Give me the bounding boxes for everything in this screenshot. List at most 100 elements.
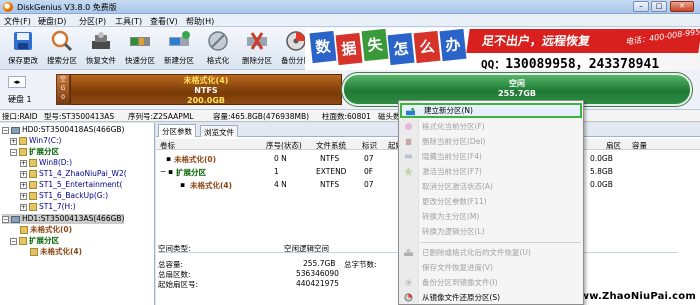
- ad-banner[interactable]: 数 据 失 怎 么 办 足不出户，远程恢复 电话：400-008-9958 QQ…: [305, 28, 700, 70]
- quick-partition-icon: [130, 37, 150, 46]
- menu-disk[interactable]: 硬盘(D): [38, 16, 66, 27]
- expand-icon[interactable]: +: [20, 203, 27, 211]
- menu-item-change-params[interactable]: 更改分区参数(F11): [400, 194, 582, 209]
- expand-icon[interactable]: +: [20, 192, 27, 200]
- tree-node-partition[interactable]: + Win8(D:): [20, 158, 72, 168]
- row-label: 未格式化(0): [174, 155, 217, 164]
- partition-icon: [29, 181, 37, 189]
- menu-item-to-primary[interactable]: 转换为主分区(M): [400, 209, 582, 224]
- menu-view[interactable]: 查看(V): [150, 16, 178, 27]
- menu-item-label: 已删除或格式化后的文件恢复(U): [422, 248, 531, 257]
- expand-icon[interactable]: +: [20, 181, 27, 189]
- window-title: DiskGenius V3.8.0 免费版: [17, 3, 117, 12]
- sectors-value: 536346090: [296, 269, 339, 278]
- search-partition-button[interactable]: 搜索分区: [43, 29, 81, 67]
- collapse-icon[interactable]: −: [10, 237, 17, 245]
- save-changes-button[interactable]: 保存更改: [4, 29, 42, 67]
- menu-item-label: 转换为逻辑分区(L): [422, 227, 485, 236]
- tab-browse-files[interactable]: 浏览文件: [200, 125, 238, 137]
- tree-node-partition[interactable]: 未格式化(0): [20, 225, 72, 235]
- close-button[interactable]: ✕: [670, 1, 694, 12]
- partition-icon: [30, 248, 38, 256]
- hide-icon: [404, 154, 413, 159]
- tab-partition-params[interactable]: 分区参数: [158, 124, 196, 137]
- col-sector[interactable]: 扇区: [606, 140, 621, 151]
- collapse-icon[interactable]: −: [10, 148, 17, 156]
- menu-item-label: 保存文件恢复进度(V): [422, 263, 493, 272]
- tree-node-disk-selected[interactable]: − HD1:ST3500413AS(466GB): [2, 214, 125, 224]
- menu-item-label: 隐藏当前分区(F4): [422, 152, 482, 161]
- tree-node-label: HD0:ST3500418AS(466GB): [22, 125, 125, 134]
- disk-nav-arrows[interactable]: ◂▸: [8, 76, 26, 88]
- banner-char: 怎: [387, 32, 415, 66]
- menu-item-file-recovery[interactable]: 已删除或格式化后的文件恢复(U): [400, 245, 582, 260]
- tree-node-partition[interactable]: + ST1_7(H:): [20, 202, 76, 212]
- format-button[interactable]: 格式化: [199, 29, 237, 67]
- quick-partition-button[interactable]: 快速分区: [121, 29, 159, 67]
- free-space-name: 空闲: [509, 79, 525, 88]
- menu-help[interactable]: 帮助(H): [186, 16, 214, 27]
- new-partition-button[interactable]: 新建分区: [160, 29, 198, 67]
- tree-node-partition[interactable]: + ST1_6_BackUp(G:): [20, 191, 108, 201]
- collapse-icon[interactable]: −: [160, 167, 166, 176]
- menu-item-backup-image[interactable]: 备份分区到镜像文件(I): [400, 275, 582, 290]
- menu-item-deactivate[interactable]: 取消分区激活状态(A): [400, 179, 582, 194]
- tree-node-label: Win8(D:): [39, 158, 73, 167]
- disk-capacity: 容量:465.8GB(476938MB): [213, 112, 310, 121]
- tree-node-partition[interactable]: 未格式化(4): [30, 247, 82, 257]
- row-icon: ▪: [180, 180, 186, 189]
- disk-map-small-partition[interactable]: 空 G 0: [56, 74, 70, 105]
- col-id[interactable]: 标识: [362, 140, 377, 151]
- disk-map-partition-unformatted[interactable]: 未格式化(4) NTFS 200.0GB: [70, 74, 342, 105]
- delete-partition-icon: [247, 32, 267, 50]
- tree-node-label: ST1_4_ZhaoNiuPai_W2(: [39, 169, 127, 178]
- menu-partition[interactable]: 分区(P): [79, 16, 106, 27]
- tree-node-extended[interactable]: − 扩展分区: [10, 236, 59, 246]
- menu-item-to-logical[interactable]: 转换为逻辑分区(L): [400, 224, 582, 239]
- tree-node-partition[interactable]: + Win7(C:): [10, 136, 61, 146]
- menu-item-activate[interactable]: 激活当前分区(F7): [400, 164, 582, 179]
- collapse-icon[interactable]: −: [2, 126, 9, 134]
- banner-char: 据: [335, 32, 363, 66]
- recover-files-button[interactable]: 恢复文件: [82, 29, 120, 67]
- restore-icon: [404, 293, 413, 302]
- maximize-button[interactable]: □: [651, 1, 667, 12]
- start-sector-label: 起始扇区号:: [158, 280, 199, 289]
- tree-node-partition[interactable]: + ST1_5_Entertainment(: [20, 180, 122, 190]
- tree-node-label: Win7(C:): [29, 136, 62, 145]
- banner-qq-numbers: 130089958，24337894: [505, 57, 652, 70]
- menu-item-hide[interactable]: 隐藏当前分区(F4): [400, 149, 582, 164]
- menu-item-label: 转换为主分区(M): [422, 212, 480, 221]
- menu-item-label: 取消分区激活状态(A): [422, 182, 493, 191]
- partition-icon: [20, 226, 28, 234]
- menu-item-delete[interactable]: 删除当前分区(Del): [400, 134, 582, 149]
- menu-item-save-progress[interactable]: 保存文件恢复进度(V): [400, 260, 582, 275]
- row-id: 07: [364, 154, 374, 163]
- expand-icon[interactable]: +: [20, 170, 27, 178]
- partition-size: 200.0GB: [187, 96, 225, 105]
- menu-item-label: 删除当前分区(Del): [422, 137, 486, 146]
- col-volume[interactable]: 卷标: [160, 140, 175, 151]
- delete-partition-button[interactable]: 删除分区: [238, 29, 276, 67]
- collapse-icon[interactable]: −: [2, 215, 9, 223]
- row-seq: 4 N: [274, 180, 287, 189]
- menu-item-new-partition[interactable]: 建立新分区(N): [400, 103, 582, 118]
- tree-node-disk[interactable]: − HD0:ST3500418AS(466GB): [2, 125, 124, 135]
- menu-item-restore-image[interactable]: 从镜像文件还原分区(S): [400, 290, 582, 305]
- col-capacity[interactable]: 容量: [632, 140, 647, 151]
- row-label: 扩展分区: [176, 168, 206, 177]
- tree-node-extended[interactable]: − 扩展分区: [10, 147, 59, 157]
- col-fs[interactable]: 文件系统: [316, 140, 346, 151]
- expand-icon[interactable]: +: [10, 137, 17, 145]
- tree-node-partition[interactable]: + ST1_4_ZhaoNiuPai_W2(: [20, 169, 127, 179]
- col-seq[interactable]: 序号(状态): [266, 140, 302, 151]
- menu-tools[interactable]: 工具(T): [115, 16, 142, 27]
- tree-node-label: ST1_7(H:): [39, 202, 76, 211]
- menu-file[interactable]: 文件(F): [4, 16, 31, 27]
- small-partition-line: 空: [59, 76, 66, 83]
- menu-item-format[interactable]: 格式化当前分区(F): [400, 119, 582, 134]
- row-size: 0.0GB: [590, 154, 613, 163]
- expand-icon[interactable]: +: [20, 159, 27, 167]
- row-fs: NTFS: [320, 180, 340, 189]
- minimize-button[interactable]: –: [633, 1, 649, 12]
